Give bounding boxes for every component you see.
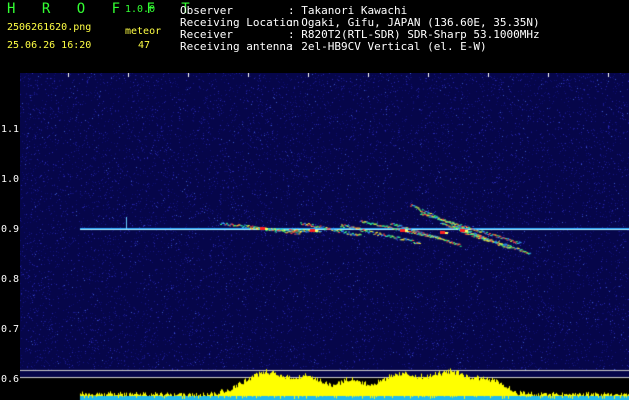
file-name: 2506261620.png <box>7 22 92 33</box>
y-tick-label: 0.8 <box>1 274 20 285</box>
antenna-label: Receiving antenna <box>180 40 293 53</box>
y-tick-label: 1.0 <box>1 174 20 185</box>
header-panel: H R O F F T 1.0.0 2506261620.png meteor … <box>0 0 629 92</box>
antenna-value: : 2el-HB9CV Vertical (el. E-W) <box>288 40 487 53</box>
y-tick-label: 1.1 <box>1 124 20 135</box>
y-tick-label: 0.6 <box>1 374 20 385</box>
app-title: H R O F F T <box>7 1 199 17</box>
y-axis-strip: 1.1 1.0 0.9 0.8 0.7 0.6 <box>0 73 20 400</box>
app-version: 1.0.0 <box>125 4 156 15</box>
detection-count: 47 <box>138 40 151 51</box>
spectrogram-canvas <box>20 73 629 400</box>
spectrogram-panel <box>20 73 629 400</box>
y-tick-label: 0.9 <box>1 224 20 235</box>
capture-datetime: 25.06.26 16:20 <box>7 40 92 51</box>
detection-label: meteor <box>125 26 162 37</box>
y-tick-label: 0.7 <box>1 324 20 335</box>
